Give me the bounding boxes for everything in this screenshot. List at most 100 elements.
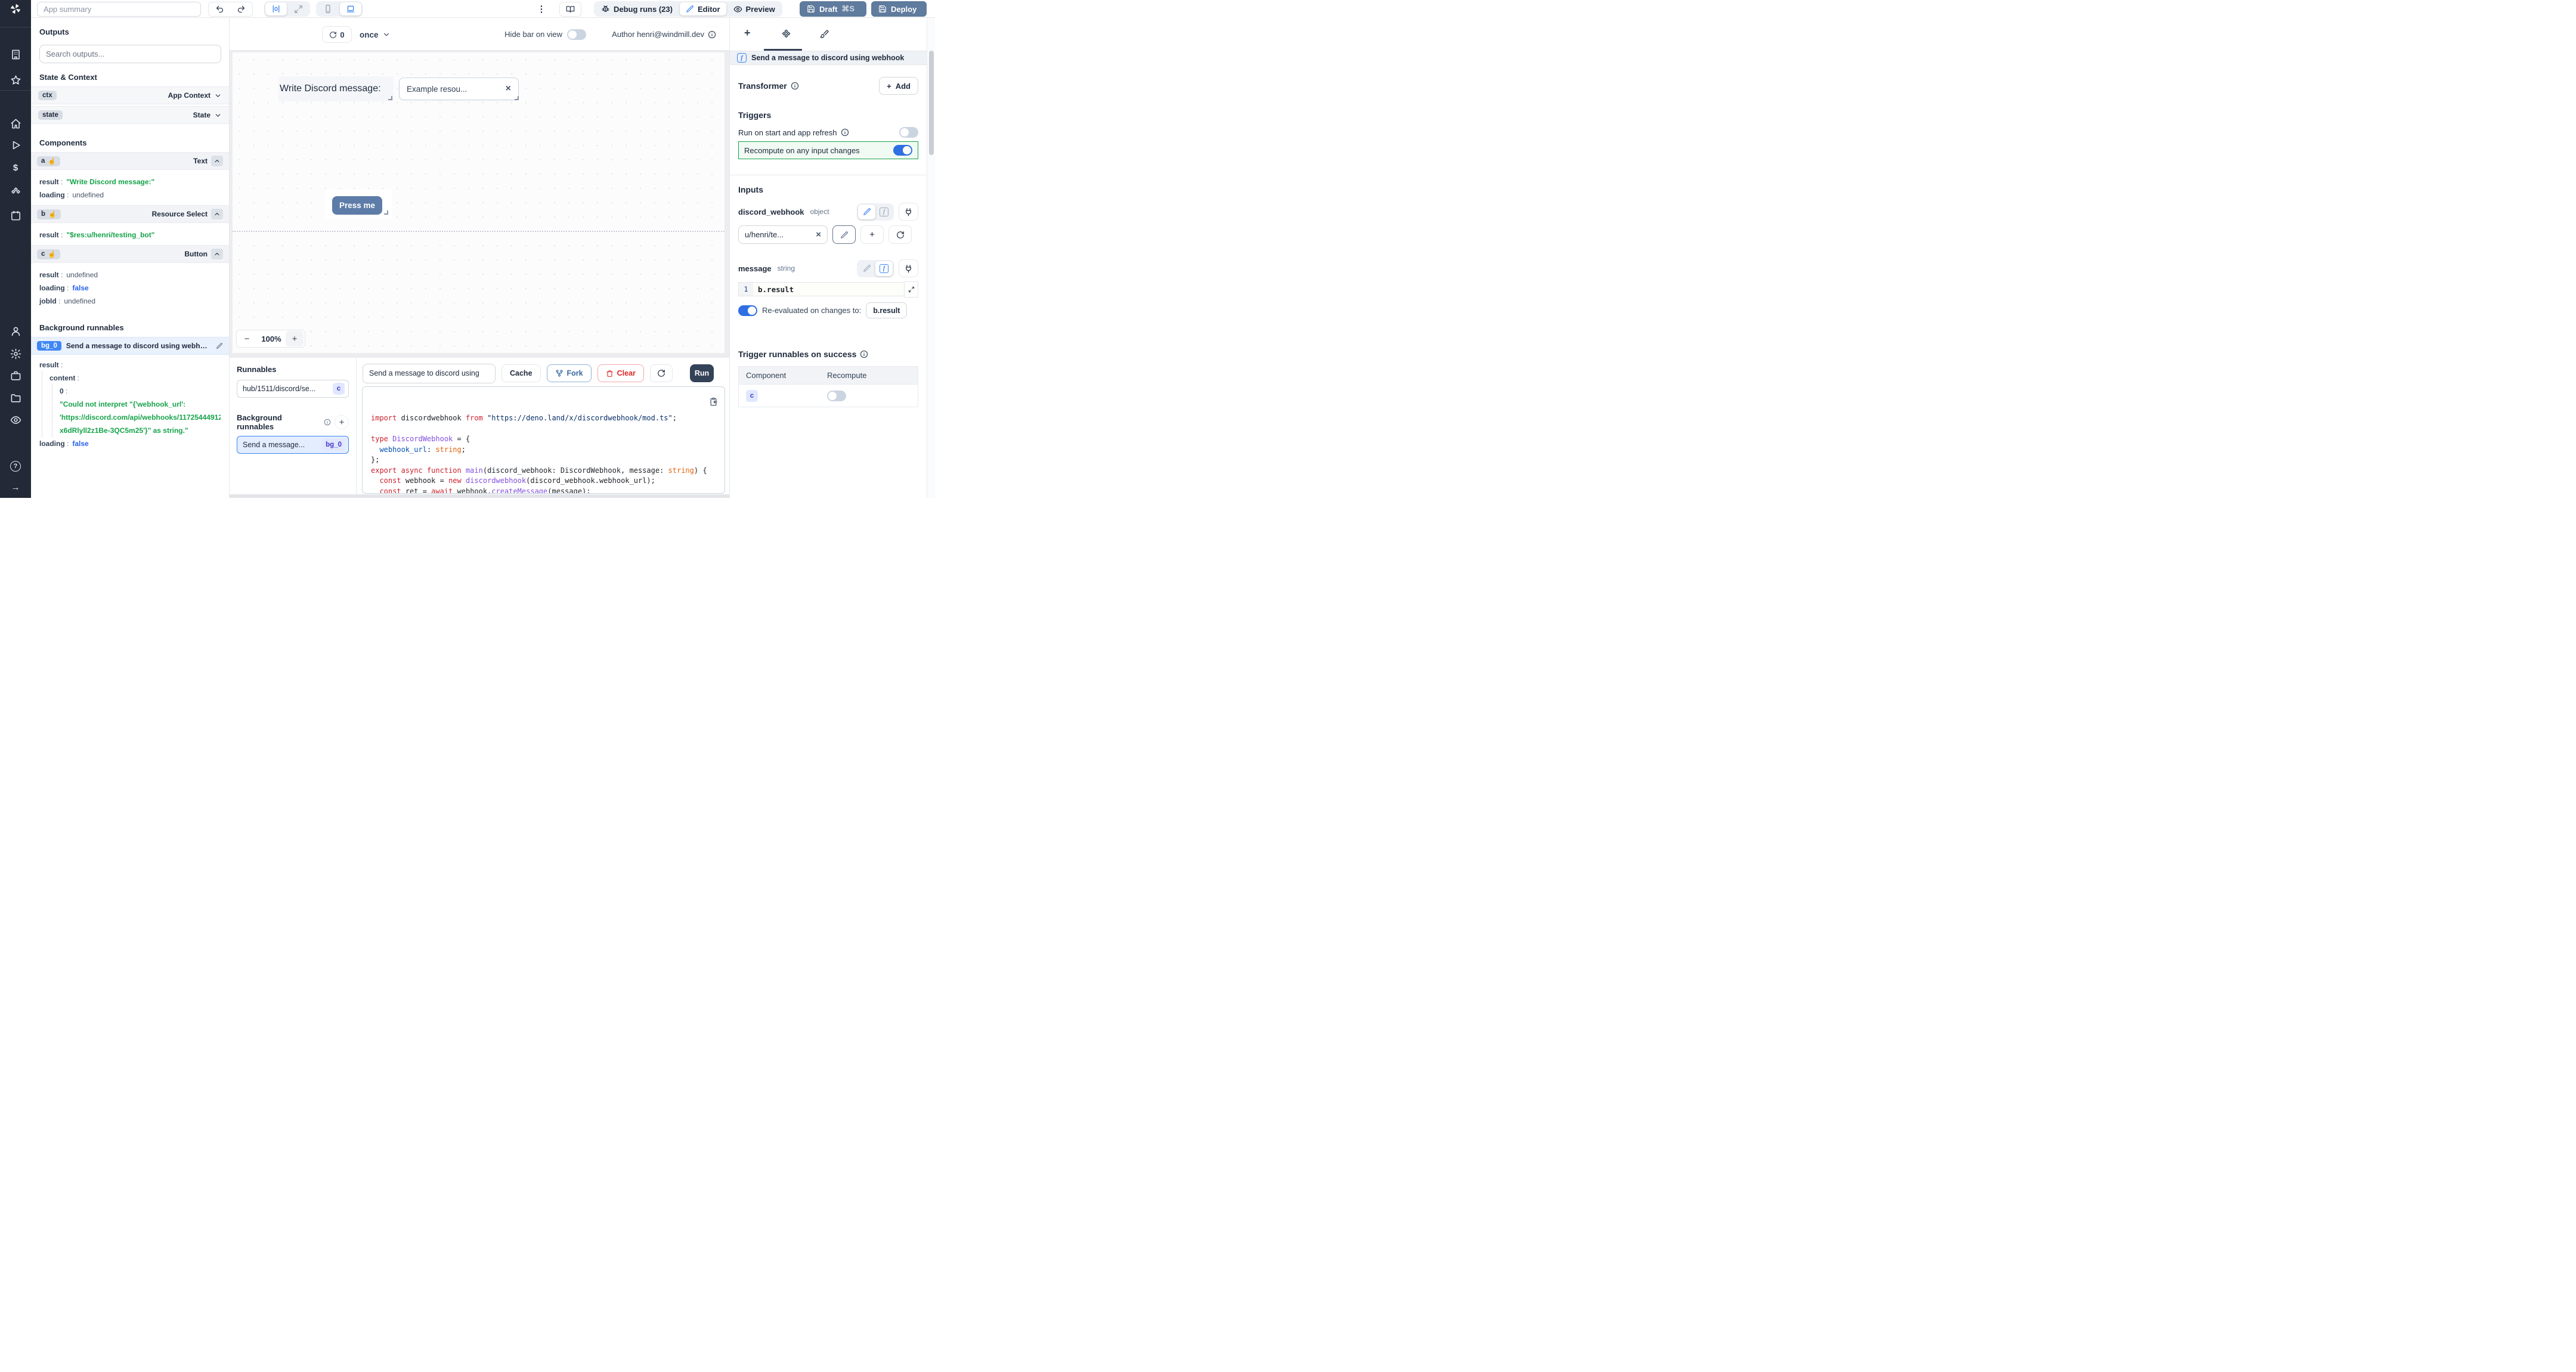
draft-button[interactable]: Draft⌘S <box>800 1 866 17</box>
collapse-rail-button[interactable]: → <box>10 481 21 493</box>
output-row-ctx[interactable]: ctx App Context <box>31 86 229 104</box>
clear-resource-icon[interactable]: × <box>816 230 821 240</box>
reeval-target-chip[interactable]: b.result <box>866 302 907 318</box>
recompute-row-toggle[interactable] <box>827 391 846 401</box>
expression-mode-button[interactable]: f <box>875 205 893 219</box>
sidebar-item-schedules[interactable] <box>10 209 21 221</box>
sidebar-item-apps[interactable] <box>10 48 21 60</box>
chevron-down-icon[interactable] <box>214 112 222 119</box>
undo-button[interactable] <box>208 2 231 17</box>
resize-handle[interactable] <box>388 96 392 100</box>
tab-styling[interactable] <box>819 29 829 39</box>
app-summary-input[interactable] <box>37 2 201 17</box>
tab-settings[interactable] <box>781 29 791 39</box>
connect-input-button[interactable] <box>899 203 918 221</box>
collapse-c-button[interactable] <box>211 249 223 259</box>
info-icon[interactable] <box>841 128 849 137</box>
resource-picker[interactable]: u/henri/te... × <box>738 225 828 244</box>
runnable-item[interactable]: hub/1511/discord/se... c <box>237 380 349 398</box>
add-background-runnable-button[interactable]: + <box>335 415 349 429</box>
runnable-name-input[interactable] <box>363 364 496 383</box>
vertical-scrollbar[interactable] <box>927 18 935 498</box>
horizontal-scrollbar[interactable] <box>230 494 729 498</box>
cache-button[interactable]: Cache <box>501 364 541 382</box>
canvas-column: 0 once Hide bar on view Author henri@win… <box>230 18 729 498</box>
sidebar-item-runs[interactable] <box>10 139 21 151</box>
clear-selection-icon[interactable]: × <box>506 83 511 94</box>
resource-select-component[interactable]: Example resou...× <box>399 78 519 100</box>
background-runnable-item[interactable]: Send a message... bg_0 <box>237 436 349 454</box>
more-menu-button[interactable]: ⋮ <box>535 0 548 18</box>
copy-code-icon[interactable] <box>709 397 718 406</box>
info-icon[interactable] <box>708 30 716 39</box>
clear-button[interactable]: Clear <box>597 364 644 382</box>
run-on-start-toggle[interactable] <box>899 127 918 138</box>
centered-layout-button[interactable] <box>265 2 287 16</box>
sidebar-item-help[interactable]: ? <box>10 460 21 472</box>
info-icon[interactable] <box>860 350 868 358</box>
sidebar-item-settings[interactable] <box>10 348 21 360</box>
docs-button[interactable] <box>559 2 581 17</box>
press-me-button[interactable]: Press me <box>332 196 382 215</box>
sidebar-item-folders[interactable] <box>10 392 21 404</box>
component-row-c[interactable]: c☝ Button <box>31 245 229 263</box>
static-mode-button[interactable] <box>858 205 875 219</box>
sidebar-item-resources[interactable] <box>10 186 21 198</box>
fork-button[interactable]: Fork <box>547 364 592 382</box>
tab-editor[interactable]: Editor <box>680 2 726 16</box>
mobile-view-button[interactable] <box>317 2 339 16</box>
add-transformer-button[interactable]: +Add <box>879 77 918 95</box>
refresh-count-button[interactable]: 0 <box>322 26 352 43</box>
connect-input-button[interactable] <box>899 259 918 277</box>
expand-editor-button[interactable] <box>904 281 918 298</box>
collapse-a-button[interactable] <box>211 156 223 166</box>
save-icon <box>878 5 887 13</box>
fullscreen-layout-button[interactable] <box>288 2 309 16</box>
resize-handle[interactable] <box>384 210 388 215</box>
refresh-resource-button[interactable] <box>888 225 912 244</box>
reload-code-button[interactable] <box>650 364 673 382</box>
sidebar-item-variables[interactable]: $ <box>10 162 21 174</box>
info-icon[interactable] <box>791 82 799 90</box>
background-runnable-row[interactable]: bg_0 Send a message to discord using web… <box>31 337 229 355</box>
redo-button[interactable] <box>230 2 253 17</box>
resize-handle[interactable] <box>515 96 519 100</box>
app-canvas[interactable]: Write Discord message: Example resou...×… <box>233 52 724 353</box>
add-resource-button[interactable]: + <box>860 225 884 244</box>
sidebar-item-home[interactable] <box>10 117 21 129</box>
component-row-a[interactable]: a☝ Text <box>31 152 229 170</box>
edit-resource-button[interactable] <box>832 225 856 244</box>
reeval-toggle[interactable] <box>738 305 757 316</box>
run-button[interactable]: Run <box>690 364 714 382</box>
sidebar-item-users[interactable] <box>10 325 21 337</box>
static-mode-button[interactable] <box>858 261 875 276</box>
collapse-b-button[interactable] <box>211 209 223 219</box>
zoom-out-button[interactable]: − <box>237 334 257 344</box>
pencil-icon[interactable] <box>216 342 223 349</box>
code-editor[interactable]: import discordwebhook from "https://deno… <box>362 386 725 494</box>
deploy-button[interactable]: Deploy <box>871 1 927 17</box>
interval-dropdown[interactable]: once <box>360 26 391 43</box>
tab-preview[interactable]: Preview <box>727 2 781 16</box>
output-row-state[interactable]: state State <box>31 106 229 124</box>
search-outputs-input[interactable] <box>39 45 221 63</box>
zoom-in-button[interactable]: + <box>286 331 304 346</box>
expression-mode-button[interactable]: f <box>875 261 893 276</box>
component-b-outputs: result"$res:u/henri/testing_bot" <box>31 225 229 245</box>
desktop-view-button[interactable] <box>340 2 361 16</box>
component-row-b[interactable]: b☝ Resource Select <box>31 205 229 223</box>
hide-bar-toggle[interactable] <box>567 29 586 40</box>
canvas-toolbar: 0 once Hide bar on view Author henri@win… <box>230 18 729 51</box>
expression-editor[interactable]: 1 b.result <box>738 282 918 296</box>
sidebar-item-audit[interactable] <box>10 414 21 426</box>
scrollbar-thumb[interactable] <box>929 51 934 155</box>
tab-insert[interactable]: + <box>744 27 751 39</box>
text-component[interactable]: Write Discord message: <box>278 76 394 101</box>
sidebar-item-workers[interactable] <box>10 370 21 382</box>
recompute-toggle[interactable] <box>893 145 912 156</box>
sidebar-item-favorites[interactable] <box>10 74 21 86</box>
button-component-cell[interactable]: Press me <box>325 190 392 219</box>
chevron-down-icon[interactable] <box>214 92 222 100</box>
windmill-logo[interactable] <box>0 0 31 18</box>
debug-runs-button[interactable]: Debug runs (23) <box>595 2 679 16</box>
